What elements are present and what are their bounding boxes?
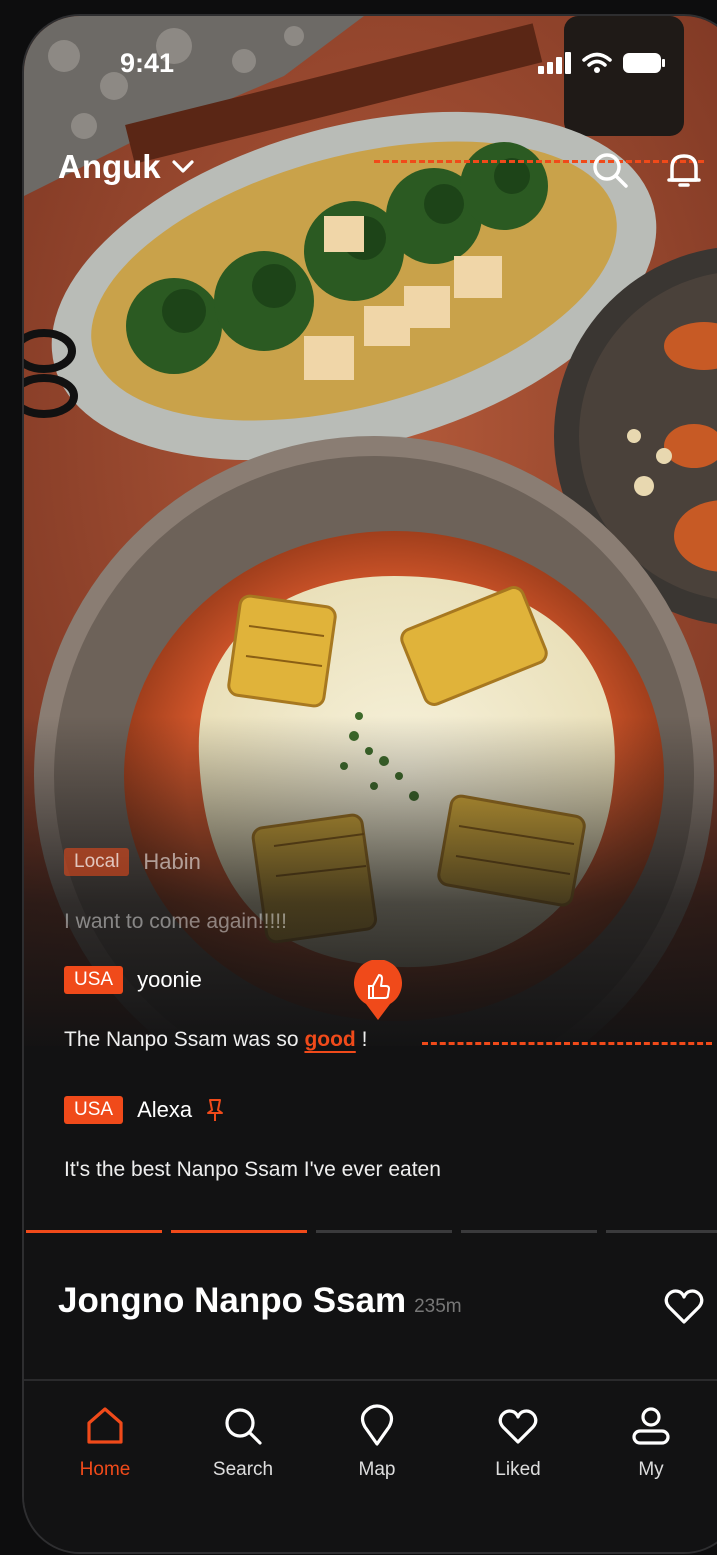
restaurant-distance: 235m xyxy=(414,1296,462,1317)
progress-segment xyxy=(26,1230,162,1233)
annotation-line-comment xyxy=(422,1042,712,1045)
progress-segment xyxy=(606,1230,717,1233)
nav-item-map[interactable]: Map xyxy=(322,1403,432,1481)
status-icons xyxy=(538,52,666,74)
progress-segment xyxy=(171,1230,307,1233)
home-icon xyxy=(87,1407,123,1444)
search-icon xyxy=(225,1408,262,1445)
story-progress xyxy=(26,1230,717,1233)
nav-label: Search xyxy=(212,1459,274,1480)
wifi-icon xyxy=(582,52,612,73)
comment-header-2: USA yoonie xyxy=(64,966,202,994)
heart-icon[interactable] xyxy=(662,1284,706,1328)
progress-segment xyxy=(461,1230,597,1233)
search-icon[interactable] xyxy=(590,150,630,190)
status-time: 9:41 xyxy=(120,48,175,78)
chevron-down-icon xyxy=(172,160,194,173)
progress-segment xyxy=(316,1230,452,1233)
bottom-nav: Home Search Map Liked My xyxy=(24,1379,717,1552)
user-origin-badge: USA xyxy=(64,966,124,994)
pin-icon xyxy=(207,1099,224,1121)
annotation-line-header xyxy=(374,160,704,163)
comment-text-3: It's the best Nanpo Ssam I've ever eaten xyxy=(64,1158,441,1181)
nav-label: Map xyxy=(358,1459,396,1480)
restaurant-title: Jongno Nanpo Ssam xyxy=(58,1281,407,1320)
nav-item-home[interactable]: Home xyxy=(50,1403,160,1481)
nav-label: My xyxy=(638,1459,664,1480)
bell-icon[interactable] xyxy=(664,150,704,190)
nav-item-liked[interactable]: Liked xyxy=(463,1403,573,1481)
heart-icon xyxy=(498,1409,538,1444)
nav-item-search[interactable]: Search xyxy=(188,1403,298,1481)
battery-icon xyxy=(623,53,665,73)
location-label: Anguk xyxy=(58,148,161,185)
comment-text-before: The Nanpo Ssam was so xyxy=(64,1028,305,1051)
nav-item-my[interactable]: My xyxy=(596,1403,706,1481)
phone-frame: 9:41 Anguk Local Habin I want to come ag… xyxy=(22,14,717,1554)
user-icon xyxy=(632,1407,670,1445)
location-selector[interactable]: Anguk xyxy=(58,148,195,186)
comment-text-2: The Nanpo Ssam was so good ! xyxy=(64,1028,367,1052)
highlighted-word[interactable]: good xyxy=(304,1028,355,1051)
user-origin-badge: Local xyxy=(64,848,130,876)
comment-text-after: ! xyxy=(355,1028,368,1051)
map-pin-icon xyxy=(360,1404,394,1446)
restaurant-name[interactable]: Jongno Nanpo Ssam 235m xyxy=(58,1281,462,1321)
comment-username[interactable]: Alexa xyxy=(137,1097,192,1123)
comment-header-1: Local Habin xyxy=(64,848,201,876)
comment-header-3: USA Alexa xyxy=(64,1096,224,1124)
user-origin-badge: USA xyxy=(64,1096,124,1124)
nav-label: Home xyxy=(79,1459,131,1480)
comment-username[interactable]: yoonie xyxy=(137,967,202,993)
thumbs-up-pin-icon[interactable] xyxy=(352,960,404,1022)
comment-username[interactable]: Habin xyxy=(143,849,200,875)
nav-label: Liked xyxy=(495,1459,541,1480)
signal-icon xyxy=(538,52,571,74)
comment-text-1: I want to come again!!!!! xyxy=(64,910,287,933)
